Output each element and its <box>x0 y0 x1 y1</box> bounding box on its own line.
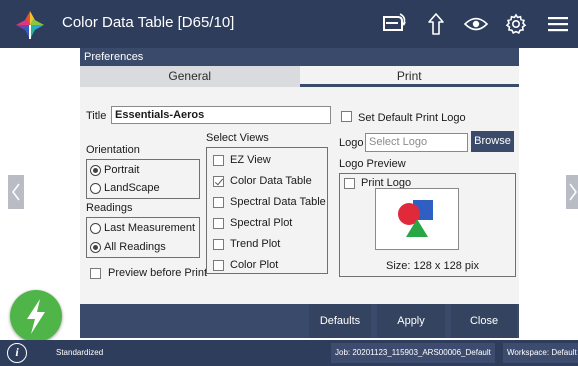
upload-arrow-icon[interactable] <box>422 10 450 38</box>
lightning-bolt-icon <box>27 299 45 334</box>
app-logo-icon[interactable] <box>14 9 46 41</box>
readings-label: Readings <box>86 202 133 214</box>
spectral-plot-checkbox[interactable] <box>213 218 224 229</box>
color-data-table-checkbox[interactable] <box>213 176 224 187</box>
landscape-label: LandScape <box>104 182 160 194</box>
workspace-status[interactable]: Workspace: Default <box>503 343 578 363</box>
measure-button[interactable] <box>10 290 62 342</box>
preview-before-print-checkbox[interactable] <box>90 268 101 279</box>
print-logo-checkbox[interactable] <box>344 178 355 189</box>
tab-general[interactable]: General <box>80 66 300 87</box>
print-settings-panel: Title Essentials-Aeros Orientation Portr… <box>80 87 519 304</box>
title-field[interactable]: Essentials-Aeros <box>111 106 331 124</box>
close-button[interactable]: Close <box>451 304 517 338</box>
dialog-footer: Defaults Apply Close <box>80 304 519 338</box>
spectral-data-table-checkbox[interactable] <box>213 197 224 208</box>
landscape-radio[interactable] <box>90 183 101 194</box>
logo-label: Logo <box>339 137 364 149</box>
orientation-label: Orientation <box>86 144 140 156</box>
logo-preview-group: Print Logo Size: 128 x 128 pix <box>339 173 516 277</box>
logo-preview-label: Logo Preview <box>339 158 406 170</box>
last-measurement-radio[interactable] <box>90 223 101 234</box>
eye-icon[interactable] <box>462 10 490 38</box>
spectral-plot-label: Spectral Plot <box>230 217 293 229</box>
portrait-radio[interactable] <box>90 165 101 176</box>
tab-bar: General Print <box>80 66 519 87</box>
job-status[interactable]: Job: 20201123_115903_ARS00006_Default <box>331 343 495 363</box>
trend-plot-checkbox[interactable] <box>213 239 224 250</box>
defaults-button[interactable]: Defaults <box>309 304 371 338</box>
color-plot-label: Color Plot <box>230 259 279 271</box>
gear-icon[interactable] <box>502 10 530 38</box>
last-measurement-label: Last Measurement <box>104 222 196 234</box>
select-views-group: EZ View Color Data Table Spectral Data T… <box>206 147 328 274</box>
logo-preview-image <box>375 188 459 250</box>
spectral-data-table-label: Spectral Data Table <box>230 196 326 208</box>
info-icon[interactable]: i <box>7 343 27 363</box>
all-readings-label: All Readings <box>104 241 166 253</box>
dialog-title: Preferences <box>84 51 144 63</box>
select-views-label: Select Views <box>206 132 269 144</box>
color-plot-checkbox[interactable] <box>213 260 224 271</box>
all-readings-radio[interactable] <box>90 242 101 253</box>
tab-print[interactable]: Print <box>299 66 519 87</box>
preview-before-print-label: Preview before Print <box>108 267 208 279</box>
readings-group: Last Measurement All Readings <box>86 217 200 258</box>
menu-icon[interactable] <box>544 10 572 38</box>
app-title: Color Data Table [D65/10] <box>62 14 235 31</box>
trend-plot-label: Trend Plot <box>230 238 281 250</box>
app-header: Color Data Table [D65/10] <box>0 0 578 48</box>
title-label: Title <box>86 110 107 122</box>
previous-arrow-button[interactable] <box>8 175 24 209</box>
status-bar: i Standardized Job: 20201123_115903_ARS0… <box>0 340 578 366</box>
next-arrow-button[interactable] <box>566 175 578 209</box>
apply-button[interactable]: Apply <box>377 304 445 338</box>
preferences-dialog: Preferences General Print Title Essentia… <box>80 48 519 338</box>
color-data-table-label: Color Data Table <box>230 175 312 187</box>
portrait-label: Portrait <box>104 164 140 176</box>
chevron-right-icon <box>569 183 577 201</box>
logo-field[interactable]: Select Logo <box>365 133 468 152</box>
standardized-status: Standardized <box>56 348 104 357</box>
logo-size-text: Size: 128 x 128 pix <box>386 260 479 272</box>
set-default-print-logo-checkbox[interactable] <box>341 111 352 122</box>
device-sync-icon[interactable] <box>380 10 408 38</box>
ez-view-checkbox[interactable] <box>213 155 224 166</box>
set-default-print-logo-label: Set Default Print Logo <box>358 112 466 124</box>
orientation-group: Portrait LandScape <box>86 159 200 199</box>
ez-view-label: EZ View <box>230 154 271 166</box>
browse-button[interactable]: Browse <box>471 131 514 152</box>
chevron-left-icon <box>12 183 20 201</box>
